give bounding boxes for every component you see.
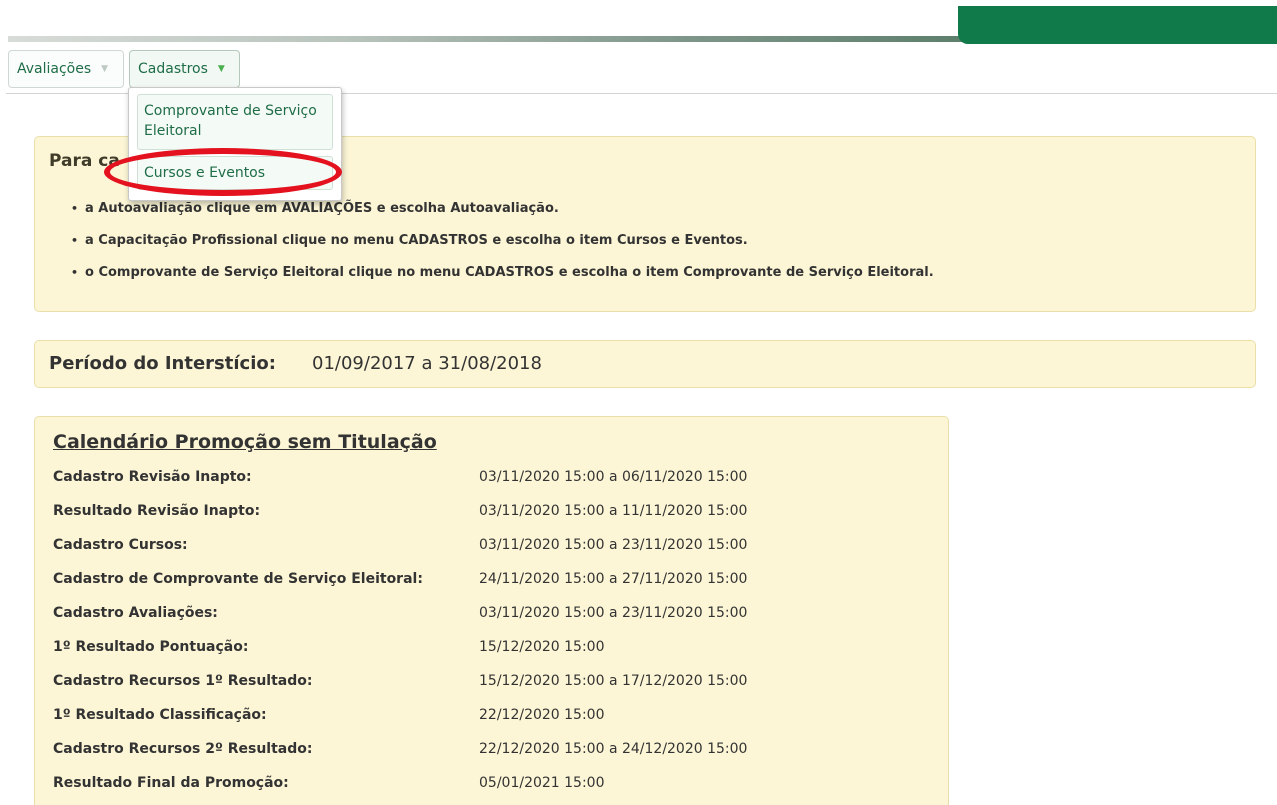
calendar-row-label: Cadastro Avaliações: [53, 605, 218, 621]
calendar-row-label: 1º Resultado Classificação: [53, 707, 267, 723]
calendar-row: Cadastro de Comprovante de Serviço Eleit… [53, 569, 933, 603]
calendar-row-value: 15/12/2020 15:00 a 17/12/2020 15:00 [479, 673, 748, 689]
calendar-row-value: 22/12/2020 15:00 [479, 707, 605, 723]
calendar-row: 1º Resultado Classificação: 22/12/2020 1… [53, 705, 933, 739]
header-divider [8, 36, 968, 42]
calendar-row-label: Resultado Final da Promoção: [53, 775, 289, 791]
calendar-row-label: 1º Resultado Pontuação: [53, 639, 249, 655]
calendar-row-value: 05/01/2021 15:00 [479, 775, 605, 791]
calendar-row: Cadastro Cursos: 03/11/2020 15:00 a 23/1… [53, 535, 933, 569]
calendar-box: Calendário Promoção sem Titulação Cadast… [34, 416, 949, 805]
cadastros-dropdown: Comprovante de Serviço Eleitoral Cursos … [128, 87, 342, 201]
calendar-row-value: 03/11/2020 15:00 a 23/11/2020 15:00 [479, 537, 748, 553]
calendar-row: Resultado Final da Promoção: 05/01/2021 … [53, 773, 933, 805]
calendar-row-label: Cadastro Revisão Inapto: [53, 469, 252, 485]
header-brand-bar [958, 6, 1277, 44]
chevron-down-icon: ▼ [101, 64, 109, 74]
calendar-row: Resultado Revisão Inapto: 03/11/2020 15:… [53, 501, 933, 535]
menu-cadastros[interactable]: Cadastros ▼ [129, 50, 240, 88]
calendar-row: 1º Resultado Pontuação: 15/12/2020 15:00 [53, 637, 933, 671]
calendar-row-label: Cadastro de Comprovante de Serviço Eleit… [53, 571, 423, 587]
instructions-heading: Para ca [49, 151, 120, 171]
calendar-row: Cadastro Recursos 1º Resultado: 15/12/20… [53, 671, 933, 705]
calendar-row-value: 15/12/2020 15:00 [479, 639, 605, 655]
calendar-row-label: Cadastro Recursos 2º Resultado: [53, 741, 313, 757]
calendar-row-value: 24/11/2020 15:00 a 27/11/2020 15:00 [479, 571, 748, 587]
calendar-row-value: 03/11/2020 15:00 a 06/11/2020 15:00 [479, 469, 748, 485]
period-value: 01/09/2017 a 31/08/2018 [312, 353, 542, 374]
calendar-row-label: Cadastro Cursos: [53, 537, 188, 553]
calendar-title: Calendário Promoção sem Titulação [53, 431, 437, 453]
list-item: o Comprovante de Serviço Eleitoral cliqu… [71, 263, 934, 295]
calendar-row-label: Resultado Revisão Inapto: [53, 503, 261, 519]
calendar-row-value: 22/12/2020 15:00 a 24/12/2020 15:00 [479, 741, 748, 757]
calendar-row-label: Cadastro Recursos 1º Resultado: [53, 673, 313, 689]
dropdown-item-comprovante-servico-eleitoral[interactable]: Comprovante de Serviço Eleitoral [137, 94, 333, 150]
dropdown-item-cursos-eventos[interactable]: Cursos e Eventos [137, 156, 333, 190]
instructions-list: a Autoavaliação clique em AVALIAÇÕES e e… [71, 199, 934, 295]
menu-avaliacoes-label: Avaliações [17, 61, 92, 77]
calendar-row: Cadastro Avaliações: 03/11/2020 15:00 a … [53, 603, 933, 637]
calendar-row: Cadastro Revisão Inapto: 03/11/2020 15:0… [53, 467, 933, 501]
calendar-row-value: 03/11/2020 15:00 a 11/11/2020 15:00 [479, 503, 748, 519]
list-item: a Capacitação Profissional clique no men… [71, 231, 934, 263]
calendar-row: Cadastro Recursos 2º Resultado: 22/12/20… [53, 739, 933, 773]
menu-avaliacoes[interactable]: Avaliações ▼ [8, 50, 124, 88]
menu-cadastros-label: Cadastros [138, 61, 208, 77]
calendar-row-value: 03/11/2020 15:00 a 23/11/2020 15:00 [479, 605, 748, 621]
period-label: Período do Interstício: [49, 353, 276, 374]
chevron-down-icon: ▼ [217, 64, 225, 74]
list-item: a Autoavaliação clique em AVALIAÇÕES e e… [71, 199, 934, 231]
period-box: Período do Interstício: 01/09/2017 a 31/… [34, 340, 1256, 388]
